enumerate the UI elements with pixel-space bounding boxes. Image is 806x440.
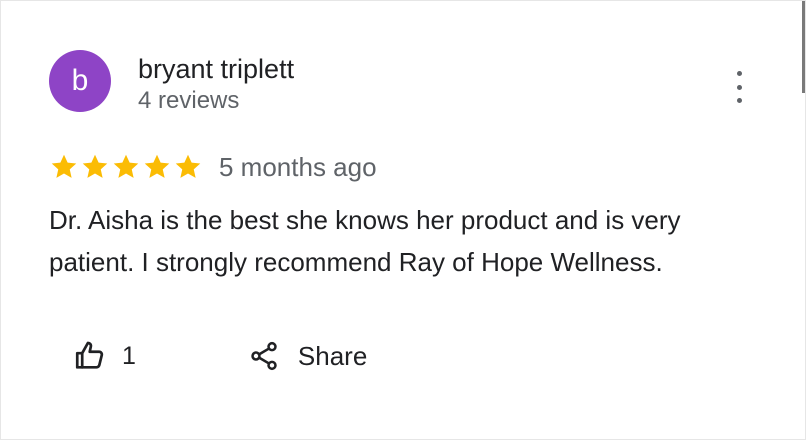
author-info: bryant triplett 4 reviews xyxy=(138,52,294,116)
star-icon xyxy=(142,152,172,182)
star-icon xyxy=(80,152,110,182)
star-icon xyxy=(111,152,141,182)
share-icon xyxy=(248,340,280,372)
avatar[interactable]: b xyxy=(49,50,111,112)
more-vert-icon-dot xyxy=(736,84,742,90)
star-icon xyxy=(49,152,79,182)
more-vert-icon-dot xyxy=(736,98,742,103)
avatar-initial: b xyxy=(71,64,89,97)
review-text: Dr. Aisha is the best she knows her prod… xyxy=(49,205,681,277)
star-rating xyxy=(49,152,204,182)
like-button[interactable]: 1 xyxy=(73,339,136,373)
star-icon xyxy=(173,152,203,182)
author-review-count: 4 reviews xyxy=(138,87,240,114)
review-header: b bryant triplett 4 reviews xyxy=(49,50,294,116)
author-name[interactable]: bryant triplett xyxy=(138,52,294,86)
share-button[interactable]: Share xyxy=(248,340,367,372)
more-vert-icon xyxy=(736,71,742,76)
more-options-button[interactable] xyxy=(725,71,753,103)
scrollbar[interactable] xyxy=(802,1,805,93)
like-count: 1 xyxy=(122,341,136,370)
review-actions: 1 Share xyxy=(73,339,367,373)
share-label: Share xyxy=(297,340,368,371)
rating-row: 5 months ago xyxy=(49,151,377,183)
review-card: b bryant triplett 4 reviews 5 months ago… xyxy=(0,0,806,440)
review-date: 5 months ago xyxy=(219,152,377,182)
thumbs-up-icon xyxy=(73,339,107,373)
